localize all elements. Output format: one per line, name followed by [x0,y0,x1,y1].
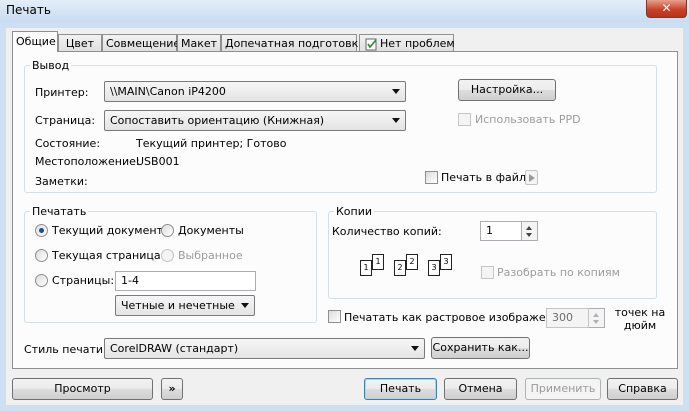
use-ppd-checkbox[interactable] [458,113,471,126]
status-value: Текущий принтер; Готово [136,137,287,150]
print-to-file-checkbox[interactable] [425,171,438,184]
selection-label: Выбранное [178,249,243,262]
window-title: Печать [6,3,51,17]
spin-up-icon [526,226,532,230]
spin-up-icon [593,313,599,317]
spin-down-icon [593,320,599,324]
print-to-file-label: Печать в файл [441,171,526,184]
dpi-input[interactable]: 300 [546,308,589,328]
chevron-down-icon [411,346,419,351]
copies-title: Копии [334,205,375,218]
notes-label: Заметки: [35,175,88,188]
page-orientation-select[interactable]: Сопоставить ориентацию (Книжная) [104,110,406,131]
tab-layout[interactable]: Макет [177,34,221,52]
cancel-button[interactable]: Отмена [444,378,517,400]
selection-radio[interactable] [161,249,174,262]
status-label: Состояние: [35,137,101,150]
documents-radio[interactable] [161,224,174,237]
page-orientation-value: Сопоставить ориентацию (Книжная) [110,114,325,127]
print-to-file-options-button[interactable] [525,170,538,185]
checklist-icon [365,38,377,51]
preview-button[interactable]: Просмотр [12,378,153,400]
collate-preview: 1 1 2 2 3 3 [358,252,462,282]
print-as-bitmap-label: Печатать как растровое изображение: [344,311,571,324]
dpi-spinner[interactable] [589,308,605,328]
apply-button[interactable]: Применить [525,378,601,400]
pages-label: Страницы: [52,274,115,287]
current-document-radio[interactable] [35,224,48,237]
tab-no-issues[interactable]: Нет проблем [359,34,455,52]
documents-label: Документы [178,224,244,237]
current-page-label: Текущая страница [52,249,161,262]
page-icon: 3 [428,260,440,276]
help-button[interactable]: Справка [607,378,678,400]
page-icon: 1 [360,260,372,276]
chevron-down-icon [241,303,249,308]
spin-down-icon [526,233,532,237]
print-as-bitmap-checkbox[interactable] [328,310,341,323]
page-icon: 3 [440,254,452,270]
tab-prepress[interactable]: Допечатная подготовка [221,34,365,52]
copies-count-input[interactable]: 1 [480,221,522,241]
dpi-unit-label: точек на дюйм [614,306,666,332]
tab-composite[interactable]: Совмещение [102,34,180,52]
print-style-value: CorelDRAW (стандарт) [110,342,239,355]
print-style-select[interactable]: CorelDRAW (стандарт) [104,338,425,359]
current-page-radio[interactable] [35,249,48,262]
location-value: USB001 [136,155,180,168]
print-button[interactable]: Печать [364,378,437,400]
page-label: Страница: [35,114,96,127]
chevron-down-icon [392,89,400,94]
pages-input[interactable]: 1-4 [115,271,256,291]
printer-select-value: \\MAIN\Canon iP4200 [110,85,226,98]
tab-no-issues-label: Нет проблем [380,37,455,50]
play-arrow-icon [529,174,535,182]
setup-button[interactable]: Настройка... [458,79,556,101]
close-button[interactable]: ✕ [646,0,687,18]
chevron-down-icon [392,118,400,123]
tab-color[interactable]: Цвет [58,34,102,52]
title-bar [0,0,689,22]
odd-even-value: Четные и нечетные [121,299,235,312]
print-range-title: Печатать [30,205,89,218]
page-icon: 2 [406,254,418,270]
output-group-title: Вывод [30,59,72,72]
page-icon: 2 [394,260,406,276]
pages-radio[interactable] [35,274,48,287]
collate-label: Разобрать по копиям [497,266,620,279]
save-as-button[interactable]: Сохранить как... [431,337,530,359]
collate-checkbox[interactable] [481,266,494,279]
current-document-label: Текущий документ [52,224,163,237]
tab-general[interactable]: Общие [12,31,58,52]
printer-select[interactable]: \\MAIN\Canon iP4200 [104,81,406,102]
expand-preview-button[interactable]: » [161,378,183,400]
printer-label: Принтер: [35,86,89,99]
copies-count-label: Количество копий: [332,225,442,238]
use-ppd-label: Использовать PPD [475,113,581,126]
print-style-label: Стиль печати: [24,343,107,356]
location-label: Местоположение: [35,155,140,168]
page-icon: 1 [372,254,384,270]
odd-even-select[interactable]: Четные и нечетные [115,295,255,316]
copies-count-spinner[interactable] [522,221,538,241]
